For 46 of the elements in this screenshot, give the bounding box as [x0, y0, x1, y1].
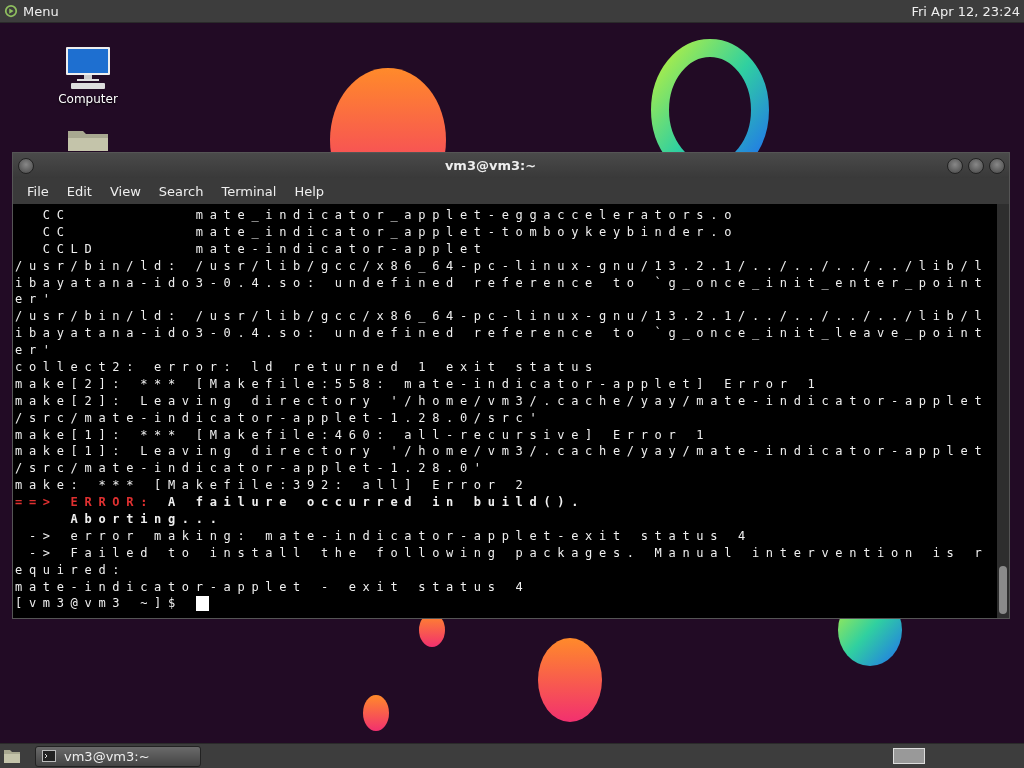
terminal-line: equired:: [15, 561, 127, 579]
terminal-line: /usr/bin/ld: /usr/lib/gcc/x86_64-pc-linux-gnu/13.2.1/../../../../lib/l: [15, 257, 989, 275]
terminal-line: CC mate_indicator_applet-tomboykeybinder.o: [41, 223, 739, 241]
terminal-line: /src/mate-indicator-applet-1.28.0': [15, 460, 488, 478]
menu-item[interactable]: Help: [286, 180, 333, 202]
terminal-line: ibayatana-ido3-0.4.so: undefined reference to `g_once_init_leave_point: [15, 325, 989, 343]
terminal-line: Aborting...: [69, 511, 224, 528]
terminal-line: -> Failed to install the following packages. Manual intervention is r: [27, 544, 989, 562]
terminal-line: make[1]: *** [Makefile:460: all-recursive] Error 1: [15, 426, 711, 444]
folder-icon[interactable]: [3, 748, 21, 764]
window-title: vm3@vm3:~: [443, 158, 538, 173]
menu-item[interactable]: Edit: [58, 180, 100, 202]
taskbar-button[interactable]: vm3@vm3:~: [35, 745, 201, 767]
close-button[interactable]: [989, 157, 1005, 174]
terminal-line: ibayatana-ido3-0.4.so: undefined reference to `g_once_init_enter_point: [15, 274, 989, 292]
terminal-line: make[1]: Leaving directory '/home/vm3/.cache/yay/mate-indicator-applet: [15, 443, 989, 461]
terminal-line: /usr/bin/ld: /usr/lib/gcc/x86_64-pc-linux-gnu/13.2.1/../../../../lib/l: [15, 308, 989, 326]
icon-label[interactable]: Computer: [58, 92, 118, 106]
terminal-line: er': [15, 291, 57, 309]
terminal-line: CCLD mate-indicator-applet: [41, 240, 488, 258]
clock[interactable]: Fri Apr 12, 23:24: [911, 3, 1024, 19]
text-cursor: [195, 596, 209, 612]
menu-item[interactable]: Search: [150, 180, 212, 202]
menu-item[interactable]: File: [19, 180, 57, 202]
terminal-line: er': [15, 342, 57, 360]
terminal-line: make[2]: Leaving directory '/home/vm3/.cache/yay/mate-indicator-applet: [15, 392, 989, 410]
computer-icon[interactable]: [63, 46, 113, 90]
terminal-line: collect2: error: ld returned 1 exit status: [15, 359, 599, 376]
scrollbar-thumb[interactable]: [999, 566, 1007, 614]
terminal-icon: [42, 750, 56, 762]
terminal-line: -> error making: mate-indicator-applet-exit status 4: [27, 527, 752, 545]
menu-button[interactable]: Menu: [0, 3, 63, 19]
terminal-line: /src/mate-indicator-applet-1.28.0/src': [15, 409, 544, 427]
terminal-line: mate-indicator-applet - exit status 4: [15, 578, 530, 596]
maximize-button[interactable]: [968, 157, 984, 174]
minimize-button[interactable]: [947, 157, 963, 174]
terminal-line: CC mate_indicator_applet-eggaccelerators.o: [41, 207, 739, 224]
menu-item[interactable]: View: [101, 180, 149, 202]
menu-logo-icon: [4, 4, 18, 18]
menu-item[interactable]: Terminal: [213, 180, 285, 202]
scrollbar[interactable]: [997, 204, 1009, 618]
terminal-line: make[2]: *** [Makefile:558: mate-indicator-applet] Error 1: [15, 375, 822, 393]
terminal-line: make: *** [Makefile:392: all] Error 2: [15, 477, 530, 495]
workspace-switcher[interactable]: [893, 748, 925, 764]
terminal-line: [vm3@vm3 ~]$: [15, 595, 183, 613]
terminal-line: ==> ERROR: A failure occurred in build().: [15, 494, 586, 512]
